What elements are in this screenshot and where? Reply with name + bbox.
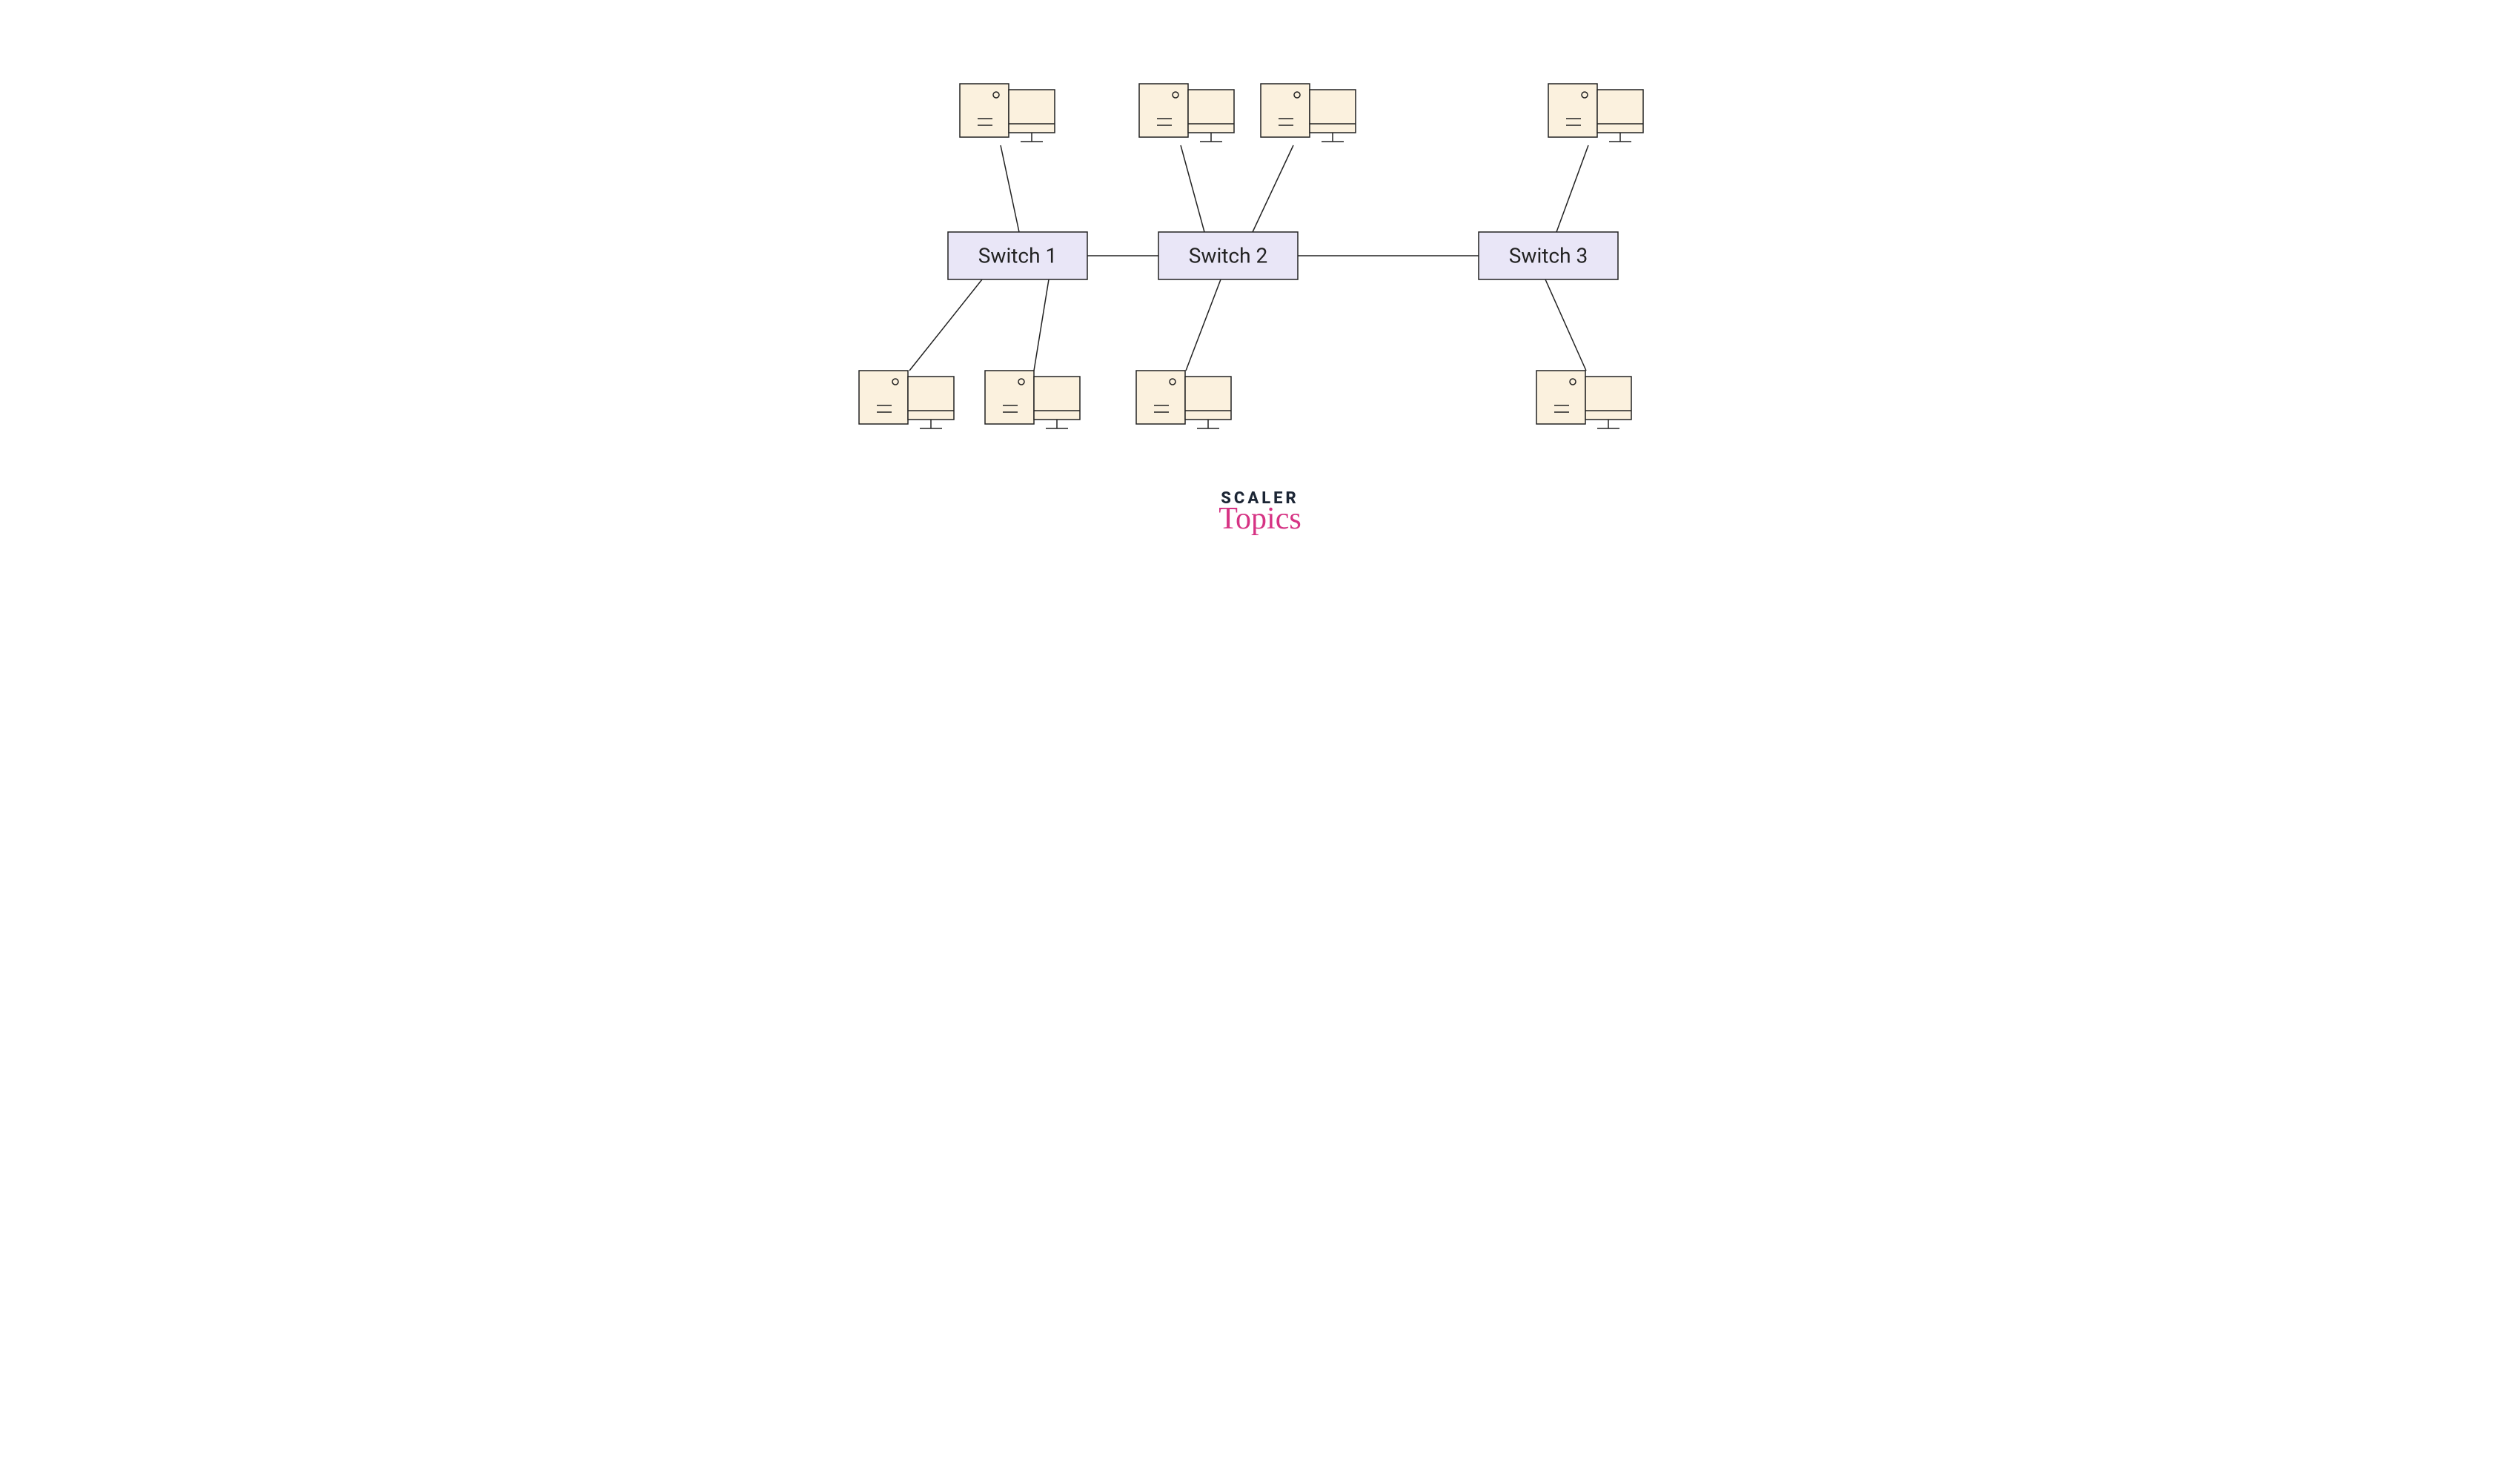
- switch-1: Switch 1: [948, 232, 1087, 279]
- switch-label: Switch 2: [1189, 243, 1267, 268]
- computer-icon: [859, 371, 954, 428]
- switch-label: Switch 3: [1509, 243, 1588, 268]
- brand-logo: SCALER Topics: [1218, 489, 1301, 534]
- switch-3: Switch 3: [1479, 232, 1618, 279]
- connection-wire: [1253, 145, 1293, 232]
- connection-wire: [1545, 279, 1586, 371]
- brand-line2: Topics: [1218, 503, 1301, 534]
- computer-icon: [1139, 84, 1234, 142]
- connection-wire: [1001, 145, 1019, 232]
- computer-icon: [985, 371, 1080, 428]
- computer-icon: [1536, 371, 1631, 428]
- computer-icon: [1261, 84, 1356, 142]
- connection-wire: [909, 279, 982, 371]
- computer-icon: [1136, 371, 1231, 428]
- switch-2: Switch 2: [1158, 232, 1298, 279]
- switch-label: Switch 1: [978, 243, 1057, 268]
- switches-layer: Switch 1 Switch 2 Switch 3: [948, 232, 1618, 279]
- connection-wire: [1186, 279, 1221, 371]
- diagram-canvas: Switch 1 Switch 2 Switch 3 SCALER Topics: [723, 0, 1797, 605]
- computer-icon: [960, 84, 1055, 142]
- connection-wire: [1034, 279, 1049, 371]
- connection-wire: [1556, 145, 1588, 232]
- connection-wire: [1181, 145, 1204, 232]
- computer-icon: [1548, 84, 1643, 142]
